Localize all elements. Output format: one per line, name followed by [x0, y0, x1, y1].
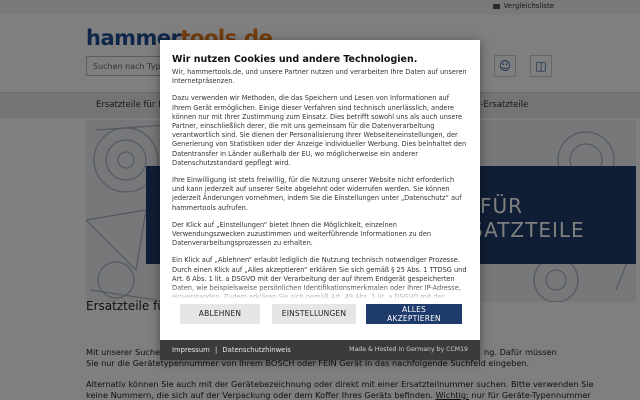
accept-all-label-2: AKZEPTIEREN	[387, 313, 441, 323]
settings-button[interactable]: EINSTELLUNGEN	[272, 304, 356, 324]
cookie-consent-dialog: Wir nutzen Cookies und andere Technologi…	[160, 40, 480, 360]
cookie-paragraph-3: Ihre Einwilligung ist stets freiwillig, …	[172, 176, 462, 212]
reject-button[interactable]: ABLEHNEN	[180, 304, 260, 324]
text-fade	[160, 284, 480, 302]
impressum-link[interactable]: Impressum	[172, 346, 210, 354]
privacy-notice-link[interactable]: Datenschutzhinweis	[222, 346, 290, 354]
footer-separator: |	[214, 346, 218, 354]
cookie-dialog-title: Wir nutzen Cookies und andere Technologi…	[172, 54, 418, 65]
cookie-paragraph-2: Dazu verwenden wir Methoden, die das Spe…	[172, 94, 467, 167]
cookie-dialog-footer: Impressum | Datenschutzhinweis Made & Ho…	[160, 340, 480, 360]
accept-all-button[interactable]: ALLES AKZEPTIEREN	[366, 304, 462, 324]
hosting-credit: Made & Hosted in Germany by CCM19	[349, 346, 468, 353]
cookie-dialog-text[interactable]: Wir, hammertools.de, und unsere Partner …	[172, 68, 468, 298]
cookie-paragraph-4: Der Klick auf „Einstellungen“ bietet Ihn…	[172, 220, 432, 248]
cookie-paragraph-1: Wir, hammertools.de, und unsere Partner …	[172, 68, 467, 86]
